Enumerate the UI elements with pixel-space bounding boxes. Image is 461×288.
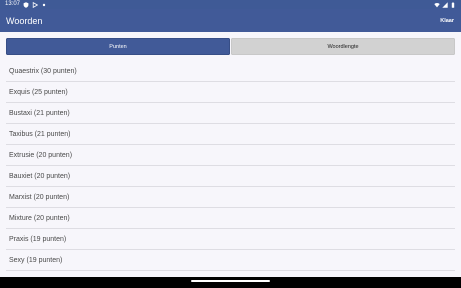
- status-time: 13:07: [5, 1, 21, 7]
- page-title: Woorden: [6, 15, 43, 26]
- tab-points[interactable]: Punten: [6, 38, 230, 55]
- shield-icon: [23, 1, 29, 8]
- dot-icon: [41, 2, 47, 8]
- list-item[interactable]: Praxis (19 punten): [6, 229, 455, 250]
- list-item[interactable]: Exquis (25 punten): [6, 82, 455, 103]
- app-bar: Woorden Klaar: [0, 9, 461, 32]
- list-item[interactable]: Bauxiet (20 punten): [6, 166, 455, 187]
- sort-tabs: Punten Woordlengte: [6, 38, 455, 55]
- home-gesture-handle[interactable]: [191, 280, 270, 282]
- tab-word-length[interactable]: Woordlengte: [231, 38, 455, 55]
- list-item[interactable]: Taxibus (21 punten): [6, 124, 455, 145]
- status-left: 13:07: [5, 0, 47, 9]
- wifi-icon: [434, 2, 440, 8]
- list-item[interactable]: Mixture (20 punten): [6, 208, 455, 229]
- list-item[interactable]: Bustaxi (21 punten): [6, 103, 455, 124]
- app-screen: 13:07 Woorden Klaar Punten Woordlengte Q…: [0, 0, 461, 288]
- list-item[interactable]: Sexy (19 punten): [6, 250, 455, 271]
- status-right: [434, 1, 456, 8]
- done-button[interactable]: Klaar: [440, 18, 455, 24]
- battery-icon: [450, 1, 456, 8]
- navigation-bar: [0, 277, 461, 288]
- play-store-icon: [32, 1, 39, 8]
- word-list: Quaestrix (30 punten) Exquis (25 punten)…: [6, 61, 455, 271]
- list-item[interactable]: Extrusie (20 punten): [6, 145, 455, 166]
- list-item[interactable]: Quaestrix (30 punten): [6, 61, 455, 82]
- list-item[interactable]: Marxist (20 punten): [6, 187, 455, 208]
- signal-icon: [442, 1, 448, 8]
- status-bar: 13:07: [0, 0, 461, 9]
